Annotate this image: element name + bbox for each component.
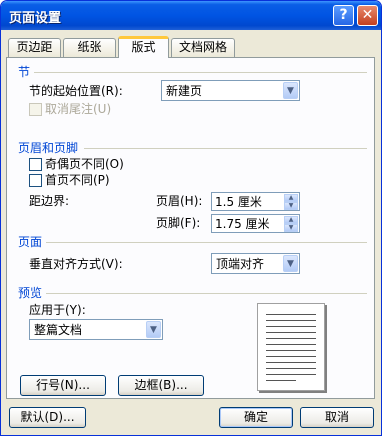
suppress-endnotes-label: 取消尾注(U) — [45, 102, 112, 116]
chevron-down-icon[interactable]: ▼ — [283, 82, 298, 99]
header-distance-spinner[interactable]: 1.5 厘米 ▲ ▼ — [211, 192, 300, 211]
header-distance-label: 页眉(H): — [156, 194, 203, 208]
title-bar[interactable]: 页面设置 ? ✕ — [1, 1, 381, 30]
odd-even-checkbox[interactable] — [29, 158, 42, 171]
line-numbers-button[interactable]: 行号(N)... — [20, 375, 106, 396]
section-start-value: 新建页 — [166, 84, 203, 98]
page-header: 页面 — [18, 235, 43, 249]
page-divider — [46, 242, 367, 243]
suppress-endnotes-checkbox[interactable] — [29, 103, 42, 116]
spin-up-icon[interactable]: ▲ — [284, 216, 298, 224]
section-header: 节 — [18, 65, 31, 79]
first-page-label: 首页不同(P) — [45, 173, 110, 187]
apply-to-label: 应用于(Y): — [29, 303, 86, 317]
vertical-align-label: 垂直对齐方式(V): — [29, 257, 123, 271]
footer-distance-label: 页脚(F): — [156, 216, 201, 230]
headers-footers-header: 页眉和页脚 — [18, 141, 79, 155]
chevron-down-icon[interactable]: ▼ — [146, 321, 161, 338]
from-edge-label: 距边界: — [29, 194, 70, 208]
section-start-label: 节的起始位置(R): — [29, 84, 123, 98]
apply-to-value: 整篇文档 — [34, 323, 83, 337]
tab-margins[interactable]: 页边距 — [8, 38, 61, 57]
page-setup-dialog: 页面设置 ? ✕ 页边距 纸张 版式 文档网格 节 节的起始位置(R): 新建页… — [0, 0, 382, 436]
apply-to-select[interactable]: 整篇文档 ▼ — [29, 319, 163, 340]
cancel-button[interactable]: 取消 — [300, 407, 374, 428]
chevron-down-icon[interactable]: ▼ — [283, 255, 298, 272]
page-preview-thumbnail — [257, 303, 325, 391]
footer-distance-spinner[interactable]: 1.75 厘米 ▲ ▼ — [211, 214, 300, 233]
vertical-align-select[interactable]: 顶端对齐 ▼ — [211, 253, 300, 274]
vertical-align-value: 顶端对齐 — [216, 257, 265, 271]
section-divider — [34, 72, 367, 73]
footer-distance-value: 1.75 厘米 — [215, 217, 270, 231]
header-distance-value: 1.5 厘米 — [215, 195, 262, 209]
tab-layout[interactable]: 版式 — [118, 36, 169, 58]
spin-down-icon[interactable]: ▼ — [284, 202, 298, 210]
help-button[interactable]: ? — [333, 5, 354, 26]
odd-even-label: 奇偶页不同(O) — [45, 157, 124, 171]
tab-document-grid[interactable]: 文档网格 — [171, 38, 235, 57]
dialog-title: 页面设置 — [9, 11, 62, 26]
default-button[interactable]: 默认(D)... — [9, 407, 86, 428]
tab-paper[interactable]: 纸张 — [63, 38, 116, 57]
first-page-checkbox[interactable] — [29, 174, 42, 187]
borders-button[interactable]: 边框(B)... — [118, 375, 204, 396]
spin-down-icon[interactable]: ▼ — [284, 224, 298, 232]
headers-footers-divider — [84, 148, 367, 149]
section-start-select[interactable]: 新建页 ▼ — [161, 80, 300, 101]
close-button[interactable]: ✕ — [357, 5, 378, 26]
preview-divider — [46, 293, 367, 294]
ok-button[interactable]: 确定 — [219, 407, 293, 428]
spin-up-icon[interactable]: ▲ — [284, 194, 298, 202]
preview-header: 预览 — [18, 286, 43, 300]
